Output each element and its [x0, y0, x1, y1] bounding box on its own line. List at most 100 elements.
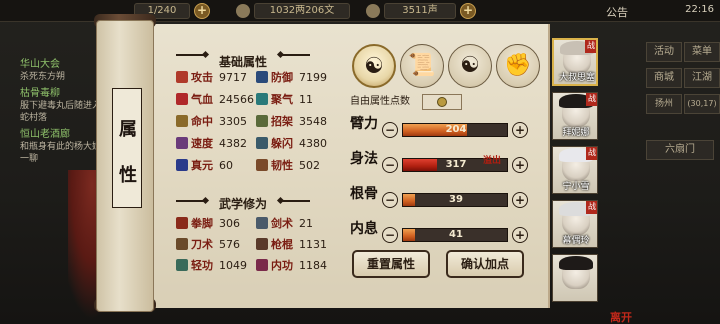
stat-value: 3305 — [219, 115, 247, 128]
character-card[interactable]: 战 拜妮娜 — [552, 92, 598, 140]
stat-value: 11 — [299, 93, 313, 106]
scroll-icon[interactable]: 📜 — [400, 44, 444, 88]
stat-item: 命中 3305 — [176, 114, 247, 129]
clock: 22:16 — [685, 4, 714, 15]
stat-label: 内功 — [271, 259, 293, 272]
confirm-points-button[interactable]: 确认加点 — [446, 250, 524, 278]
stat-icon — [256, 137, 268, 149]
character-name: 拜妮娜 — [562, 128, 590, 138]
stat-label: 攻击 — [191, 71, 213, 84]
attribute-name: 内息 — [350, 221, 378, 237]
menu-button[interactable]: 菜单 — [684, 42, 720, 62]
stat-value: 7199 — [299, 71, 327, 84]
stat-value: 4382 — [219, 137, 247, 150]
stat-item: 招架 3548 — [256, 114, 327, 129]
coordinates-label: (30,17) — [684, 94, 720, 114]
activity-button[interactable]: 活动 — [646, 42, 682, 62]
fist-icon[interactable]: ✊ — [496, 44, 540, 88]
stat-item: 聚气 11 — [256, 92, 313, 107]
stat-value: 576 — [219, 238, 240, 251]
stat-label: 真元 — [191, 159, 213, 172]
stat-value: 306 — [219, 217, 240, 230]
stat-value: 60 — [219, 159, 233, 172]
increase-button[interactable]: + — [512, 192, 528, 208]
coin-icon — [236, 4, 250, 18]
stat-value: 21 — [299, 217, 313, 230]
add-stamina-button[interactable]: + — [194, 3, 210, 19]
stat-label: 轻功 — [191, 259, 213, 272]
character-card[interactable] — [552, 254, 598, 302]
coin-counter: 1032两206文 — [254, 3, 350, 19]
decrease-button[interactable]: − — [382, 122, 398, 138]
announcement-link[interactable]: 公告 — [606, 4, 628, 20]
sage-icon[interactable]: ☯ — [352, 44, 396, 88]
taiji-icon[interactable]: ☯ — [448, 44, 492, 88]
reset-attributes-button[interactable]: 重置属性 — [352, 250, 430, 278]
character-card[interactable]: 战 宁小雪 — [552, 146, 598, 194]
character-card[interactable]: 战 大叔思塞 — [552, 38, 598, 86]
stat-label: 速度 — [191, 137, 213, 150]
divider — [176, 200, 206, 202]
liushanmen-button[interactable]: 六扇门 — [646, 140, 714, 160]
stat-label: 防御 — [271, 71, 293, 84]
stat-item: 刀术 576 — [176, 237, 240, 252]
stat-icon — [256, 93, 268, 105]
stat-value: 1049 — [219, 259, 247, 272]
stat-label: 招架 — [271, 115, 293, 128]
stat-item: 内功 1184 — [256, 258, 327, 273]
decrease-button[interactable]: − — [382, 192, 398, 208]
divider — [280, 200, 310, 202]
stat-label: 躲闪 — [271, 137, 293, 150]
stat-label: 聚气 — [271, 93, 293, 106]
status-badge: 战 — [586, 93, 597, 106]
increase-button[interactable]: + — [512, 157, 528, 173]
character-name: 幕偶玲 — [562, 236, 590, 246]
increase-button[interactable]: + — [512, 122, 528, 138]
stat-item: 枪棍 1131 — [256, 237, 327, 252]
scroll-title-char: 属 — [119, 119, 137, 140]
increase-button[interactable]: + — [512, 227, 528, 243]
attribute-value: 41 — [449, 229, 463, 240]
stat-item: 轻功 1049 — [176, 258, 247, 273]
divider — [176, 54, 206, 56]
stat-icon — [256, 71, 268, 83]
status-badge: 战 — [585, 40, 596, 53]
add-reputation-button[interactable]: + — [460, 3, 476, 19]
stat-label: 刀术 — [191, 238, 213, 251]
decrease-button[interactable]: − — [382, 227, 398, 243]
stat-icon — [176, 71, 188, 83]
stat-item: 攻击 9717 — [176, 70, 247, 85]
free-points-label: 自由属性点数 — [350, 96, 410, 107]
attribute-bar: 41 — [402, 228, 508, 242]
stat-icon — [176, 217, 188, 229]
scroll-title-box: 属 性 — [112, 88, 142, 208]
stat-icon — [256, 159, 268, 171]
scroll-title-char: 性 — [119, 165, 137, 186]
leave-label[interactable]: 离开 — [610, 312, 634, 324]
free-points-value — [422, 94, 462, 110]
stat-label: 枪棍 — [271, 238, 293, 251]
stat-icon — [256, 238, 268, 250]
character-name: 大叔思塞 — [558, 73, 595, 83]
stat-label: 拳脚 — [191, 217, 213, 230]
portrait-hair — [559, 256, 593, 270]
character-card[interactable]: 战 幕偶玲 — [552, 200, 598, 248]
decrease-button[interactable]: − — [382, 157, 398, 173]
free-points-row: 自由属性点数 — [350, 94, 540, 110]
shop-button[interactable]: 商城 — [646, 68, 682, 88]
stat-item: 躲闪 4380 — [256, 136, 327, 151]
jianghu-button[interactable]: 江湖 — [684, 68, 720, 88]
stat-value: 4380 — [299, 137, 327, 150]
stat-item: 防御 7199 — [256, 70, 327, 85]
attribute-name: 根骨 — [350, 186, 378, 202]
stat-icon — [176, 259, 188, 271]
reputation-counter: 3511声 — [384, 3, 456, 19]
stat-item: 真元 60 — [176, 158, 233, 173]
attribute-bar: 204 — [402, 123, 508, 137]
stat-icon — [256, 217, 268, 229]
allocation-row: 身法 −317 溢出 + — [350, 151, 540, 181]
allocation-row: 根骨 − 39 + — [350, 186, 540, 216]
allocation-row: 内息 − 41 + — [350, 221, 540, 251]
attribute-bar: 317 溢出 — [402, 156, 508, 172]
stat-item: 剑术 21 — [256, 216, 313, 231]
